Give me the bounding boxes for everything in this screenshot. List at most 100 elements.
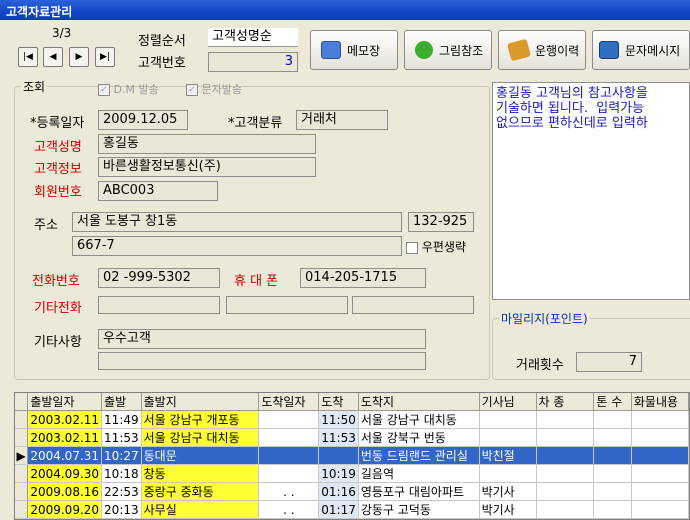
etc-field1[interactable]: 우수고객 xyxy=(98,329,426,349)
cell[interactable]: 길음역 xyxy=(358,464,480,483)
cell[interactable] xyxy=(593,428,632,447)
cell[interactable]: 2004.07.31 xyxy=(27,446,103,465)
cell[interactable] xyxy=(479,464,537,483)
sms-button[interactable]: 문자메시지 xyxy=(592,30,690,70)
category-field[interactable]: 거래처 xyxy=(296,110,388,130)
col-header[interactable]: 도착일자 xyxy=(258,393,320,411)
cell[interactable] xyxy=(258,410,320,429)
cell[interactable] xyxy=(631,500,689,519)
cell[interactable]: 중랑구 중화동 xyxy=(141,482,260,501)
table-row-selected[interactable]: ▶ 2004.07.31 10:27 동대문 번동 드림랜드 관리실 박친절 xyxy=(15,446,689,465)
cell[interactable]: 2004.09.30 xyxy=(27,464,103,483)
cell[interactable] xyxy=(593,410,632,429)
regdate-field[interactable]: 2009.12.05 xyxy=(98,110,188,130)
last-record-button[interactable]: ▶| xyxy=(95,47,115,67)
col-header[interactable]: 차 종 xyxy=(536,393,595,411)
other-phone1-field[interactable] xyxy=(98,296,220,314)
cell[interactable]: 사무실 xyxy=(141,500,260,519)
address1-field[interactable]: 서울 도봉구 창1동 xyxy=(72,212,402,232)
cell[interactable]: 창동 xyxy=(141,464,260,483)
address2-field[interactable]: 667-7 xyxy=(72,236,402,256)
phone-field[interactable]: 02 -999-5302 xyxy=(98,268,220,288)
other-phone3-field[interactable] xyxy=(352,296,474,314)
cell[interactable]: 2003.02.11 xyxy=(27,428,103,447)
cell[interactable]: 서울 강남구 개포동 xyxy=(141,410,260,429)
history-grid[interactable]: 출발일자 출발 출발지 도착일자 도착 도착지 기사님 차 종 톤 수 화물내용… xyxy=(14,392,690,520)
cell[interactable]: 2009.09.20 xyxy=(27,500,103,519)
table-row[interactable]: 2003.02.11 11:49 서울 강남구 개포동 11:50 서울 강남구… xyxy=(15,410,689,429)
cell[interactable]: 박친절 xyxy=(479,446,537,465)
dm-checkbox[interactable]: ✓ D.M 발송 xyxy=(98,81,159,97)
member-no-field[interactable]: ABC003 xyxy=(98,181,218,201)
cell[interactable]: 2009.08.16 xyxy=(27,482,103,501)
cell[interactable]: 서울 강남구 대치동 xyxy=(358,410,480,429)
cell[interactable]: 10:27 xyxy=(101,446,142,465)
cell[interactable]: 서울 강남구 대치동 xyxy=(141,428,260,447)
cell[interactable]: 10:18 xyxy=(101,464,142,483)
col-header[interactable]: 톤 수 xyxy=(593,393,632,411)
cell[interactable]: 번동 드림랜드 관리실 xyxy=(358,446,480,465)
prev-record-button[interactable]: ◀ xyxy=(43,47,63,67)
cell[interactable]: 서울 강북구 번동 xyxy=(358,428,480,447)
memo-button[interactable]: 메모장 xyxy=(310,30,398,70)
sms-send-checkbox[interactable]: ✓ 문자발송 xyxy=(186,81,242,97)
cell[interactable]: 11:53 xyxy=(101,428,142,447)
cell[interactable] xyxy=(258,428,320,447)
cell[interactable] xyxy=(536,410,595,429)
cell[interactable] xyxy=(593,500,632,519)
cell[interactable]: 박기사 xyxy=(479,500,537,519)
memo-textarea[interactable]: 홍길동 고객님의 참고사항을 기술하면 됩니다. 입력가능 없으므로 편하신데로… xyxy=(492,82,690,300)
cell[interactable] xyxy=(631,428,689,447)
cell[interactable]: 01:17 xyxy=(318,500,359,519)
table-row[interactable]: 2009.08.16 22:53 중랑구 중화동 . . 01:16 영등포구 … xyxy=(15,482,689,501)
table-row[interactable]: 2003.02.11 11:53 서울 강남구 대치동 11:53 서울 강북구… xyxy=(15,428,689,447)
cell[interactable] xyxy=(593,446,632,465)
cell[interactable] xyxy=(536,500,595,519)
cell[interactable]: 영등포구 대림아파트 xyxy=(358,482,480,501)
cell[interactable]: 11:49 xyxy=(101,410,142,429)
col-header[interactable]: 도착지 xyxy=(358,393,480,411)
cell[interactable] xyxy=(593,464,632,483)
cell[interactable]: 11:53 xyxy=(318,428,359,447)
cell[interactable]: . . xyxy=(258,500,320,519)
history-button[interactable]: 운행이력 xyxy=(498,30,586,70)
cell[interactable]: 11:50 xyxy=(318,410,359,429)
cell[interactable]: 박기사 xyxy=(479,482,537,501)
cell[interactable] xyxy=(479,410,537,429)
cell[interactable] xyxy=(258,464,320,483)
picture-button[interactable]: 그림참조 xyxy=(404,30,492,70)
skip-mail-checkbox[interactable]: 우편생략 xyxy=(406,238,466,255)
cell[interactable] xyxy=(258,446,320,465)
cell[interactable]: 동대문 xyxy=(141,446,260,465)
etc-field2[interactable] xyxy=(98,352,426,370)
other-phone2-field[interactable] xyxy=(226,296,348,314)
cell[interactable]: 20:13 xyxy=(101,500,142,519)
col-header[interactable]: 기사님 xyxy=(479,393,537,411)
first-record-button[interactable]: |◀ xyxy=(18,47,38,67)
next-record-button[interactable]: ▶ xyxy=(69,47,89,67)
mobile-field[interactable]: 014-205-1715 xyxy=(300,268,426,288)
cell[interactable] xyxy=(536,464,595,483)
table-row[interactable]: 2009.09.20 20:13 사무실 . . 01:17 강동구 고덕동 박… xyxy=(15,500,689,519)
cell[interactable] xyxy=(536,446,595,465)
cell[interactable]: 2003.02.11 xyxy=(27,410,103,429)
trade-count-field[interactable]: 7 xyxy=(576,352,642,372)
cell[interactable] xyxy=(631,482,689,501)
col-header[interactable]: 화물내용 xyxy=(631,393,689,411)
cell[interactable] xyxy=(593,482,632,501)
cell[interactable]: 01:16 xyxy=(318,482,359,501)
table-row[interactable]: 2004.09.30 10:18 창동 10:19 길음역 xyxy=(15,464,689,483)
sort-order-select[interactable]: 고객성명순 xyxy=(208,28,298,47)
cell[interactable] xyxy=(631,410,689,429)
col-header[interactable]: 출발 xyxy=(101,393,142,411)
cell[interactable]: 10:19 xyxy=(318,464,359,483)
cell[interactable]: 22:53 xyxy=(101,482,142,501)
cell[interactable] xyxy=(479,428,537,447)
name-field[interactable]: 홍길동 xyxy=(98,134,316,154)
cell[interactable] xyxy=(631,446,689,465)
cell[interactable]: 강동구 고덕동 xyxy=(358,500,480,519)
col-header[interactable]: 도착 xyxy=(318,393,359,411)
cell[interactable] xyxy=(318,446,359,465)
customer-no-field[interactable]: 3 xyxy=(208,52,298,72)
cell[interactable]: . . xyxy=(258,482,320,501)
